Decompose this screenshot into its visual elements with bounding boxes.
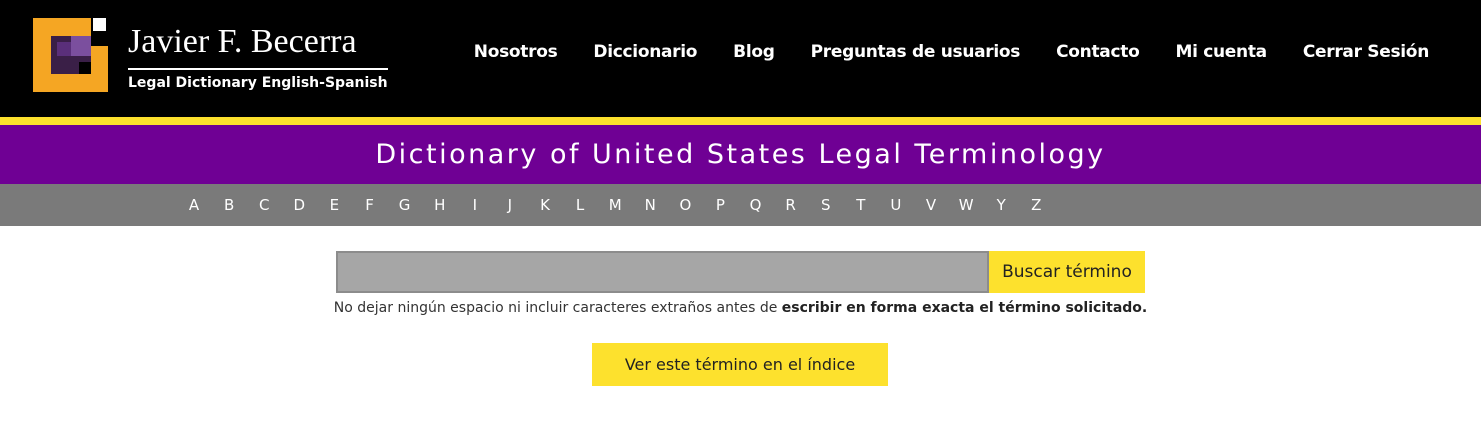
page-title: Dictionary of United States Legal Termin… bbox=[375, 139, 1106, 170]
search-row: Buscar término bbox=[336, 251, 1145, 293]
nav-diccionario[interactable]: Diccionario bbox=[593, 42, 697, 62]
hint-text: No dejar ningún espacio ni incluir carac… bbox=[333, 300, 782, 316]
title-band: Dictionary of United States Legal Termin… bbox=[0, 125, 1481, 184]
square-bracket-logo-icon[interactable] bbox=[33, 18, 108, 92]
brand-name: Javier F. Becerra bbox=[128, 22, 388, 70]
main-nav: Nosotros Diccionario Blog Preguntas de u… bbox=[438, 42, 1430, 62]
alphabet-list: A B C D E F G H I J K L M N O P Q R S T … bbox=[182, 184, 1059, 226]
nav-nosotros[interactable]: Nosotros bbox=[474, 42, 558, 62]
search-input[interactable] bbox=[336, 251, 989, 293]
nav-cerrar-sesion[interactable]: Cerrar Sesión bbox=[1303, 42, 1429, 62]
site-header: Javier F. Becerra Legal Dictionary Engli… bbox=[0, 0, 1481, 117]
alphabet-bar: A B C D E F G H I J K L M N O P Q R S T … bbox=[0, 184, 1481, 226]
nav-preguntas[interactable]: Preguntas de usuarios bbox=[811, 42, 1021, 62]
search-button[interactable]: Buscar término bbox=[989, 251, 1145, 293]
hint-bold-text: escribir en forma exacta el término soli… bbox=[781, 300, 1148, 316]
brand-subtitle: Legal Dictionary English-Spanish bbox=[128, 75, 388, 91]
brand[interactable]: Javier F. Becerra Legal Dictionary Engli… bbox=[128, 22, 388, 91]
nav-contacto[interactable]: Contacto bbox=[1056, 42, 1140, 62]
nav-blog[interactable]: Blog bbox=[733, 42, 775, 62]
search-hint: No dejar ningún espacio ni incluir carac… bbox=[0, 300, 1481, 316]
alpha-link[interactable]: Z bbox=[1013, 196, 1059, 214]
nav-mi-cuenta[interactable]: Mi cuenta bbox=[1175, 42, 1267, 62]
view-in-index-button[interactable]: Ver este término en el índice bbox=[592, 343, 888, 386]
yellow-divider bbox=[0, 117, 1481, 125]
